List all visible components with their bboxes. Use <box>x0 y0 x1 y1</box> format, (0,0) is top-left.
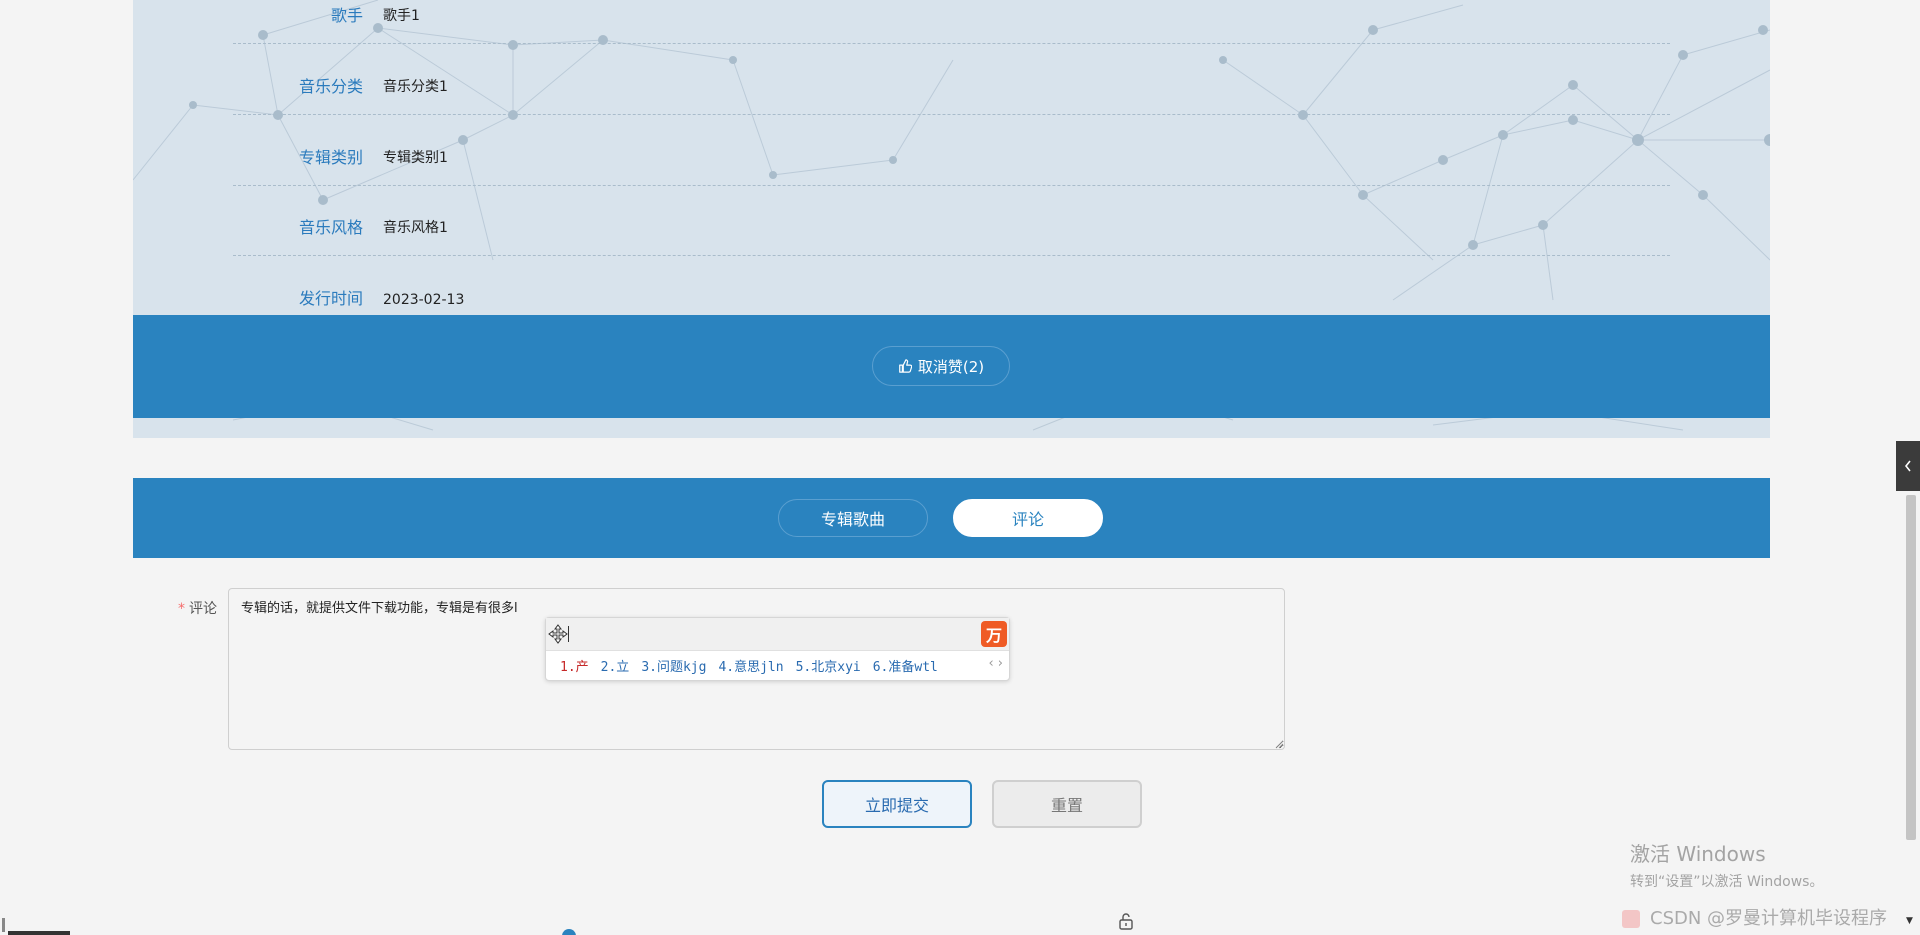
reset-button[interactable]: 重置 <box>992 780 1142 828</box>
csdn-logo-icon <box>1622 910 1640 928</box>
field-label: 音乐分类 <box>298 77 363 96</box>
field-value: 音乐风格1 <box>383 220 448 236</box>
csdn-watermark-text: CSDN @罗曼计算机毕设程序 <box>1650 908 1888 929</box>
field-label: 音乐风格 <box>298 218 363 237</box>
horizontal-scrollbar-edge <box>2 918 5 932</box>
ime-candidate[interactable]: 4.意思jln <box>718 660 783 675</box>
activate-title: 激活 Windows <box>1630 842 1766 866</box>
scroll-indicator <box>562 929 576 935</box>
resize-grip-icon[interactable] <box>1275 740 1284 749</box>
submit-button[interactable]: 立即提交 <box>822 780 972 828</box>
ime-candidate[interactable]: 6.准备wtl <box>873 660 938 675</box>
horizontal-scrollbar-thumb[interactable] <box>8 931 70 935</box>
field-label: 专辑类别 <box>298 148 363 167</box>
field-row-music-category: 音乐分类 音乐分类1 <box>233 44 1670 115</box>
side-panel-toggle[interactable] <box>1896 441 1920 491</box>
scroll-down-icon[interactable]: ▼ <box>1906 916 1913 926</box>
ime-candidate[interactable]: 3.问题kjg <box>641 660 706 675</box>
field-row-singer: 歌手 歌手1 <box>233 0 1670 44</box>
ime-caret <box>568 626 569 642</box>
field-row-music-style: 音乐风格 音乐风格1 <box>233 185 1670 256</box>
ime-logo-icon[interactable]: 万 <box>981 621 1007 647</box>
vertical-scrollbar[interactable] <box>1906 495 1916 840</box>
ime-composition-bar: 万 <box>546 618 1009 651</box>
unlike-button[interactable]: 取消赞(2) <box>872 346 1010 386</box>
thumbs-up-icon <box>899 359 912 373</box>
ime-candidate[interactable]: 5.北京xyi <box>796 660 861 675</box>
windows-activation-watermark: 激活 Windows 转到“设置”以激活 Windows。 <box>1630 838 1823 891</box>
tab-album-songs[interactable]: 专辑歌曲 <box>778 499 928 537</box>
field-value: 专辑类别1 <box>383 150 448 166</box>
tab-comments[interactable]: 评论 <box>953 499 1103 537</box>
ime-candidate-window: 万 1.产 2.立 3.问题kjg 4.意思jln 5.北京xyi 6.准备wtl ‹ › <box>545 617 1010 681</box>
ime-candidates: 1.产 2.立 3.问题kjg 4.意思jln 5.北京xyi 6.准备wtl <box>560 656 950 675</box>
chevron-left-icon <box>1904 460 1911 472</box>
field-value: 2023-02-13 <box>383 292 465 308</box>
comment-label: * 评论 <box>178 598 217 618</box>
field-value: 歌手1 <box>383 8 420 24</box>
page: 歌手 歌手1 音乐分类 音乐分类1 专辑类别 专辑类别1 音乐风格 音乐风格1 … <box>0 0 1920 935</box>
field-label: 歌手 <box>330 6 363 25</box>
activate-subtitle: 转到“设置”以激活 Windows。 <box>1630 874 1824 890</box>
field-label: 发行时间 <box>298 289 363 308</box>
unlike-button-label: 取消赞(2) <box>917 357 985 376</box>
field-value: 音乐分类1 <box>383 79 448 95</box>
album-detail-panel: 歌手 歌手1 音乐分类 音乐分类1 专辑类别 专辑类别1 音乐风格 音乐风格1 … <box>133 0 1770 438</box>
ime-candidate[interactable]: 1.产 <box>560 660 589 675</box>
comment-label-text: 评论 <box>189 601 217 617</box>
ime-pager[interactable]: ‹ › <box>988 656 1003 671</box>
move-icon[interactable] <box>548 624 568 644</box>
lock-icon <box>1119 913 1133 930</box>
field-row-album-type: 专辑类别 专辑类别1 <box>233 115 1670 186</box>
csdn-watermark: CSDN @罗曼计算机毕设程序 <box>1622 904 1887 930</box>
like-bar: 取消赞(2) <box>133 315 1770 418</box>
required-mark: * <box>178 601 185 617</box>
tabs-bar: 专辑歌曲 评论 <box>133 478 1770 558</box>
ime-candidate[interactable]: 2.立 <box>601 660 630 675</box>
